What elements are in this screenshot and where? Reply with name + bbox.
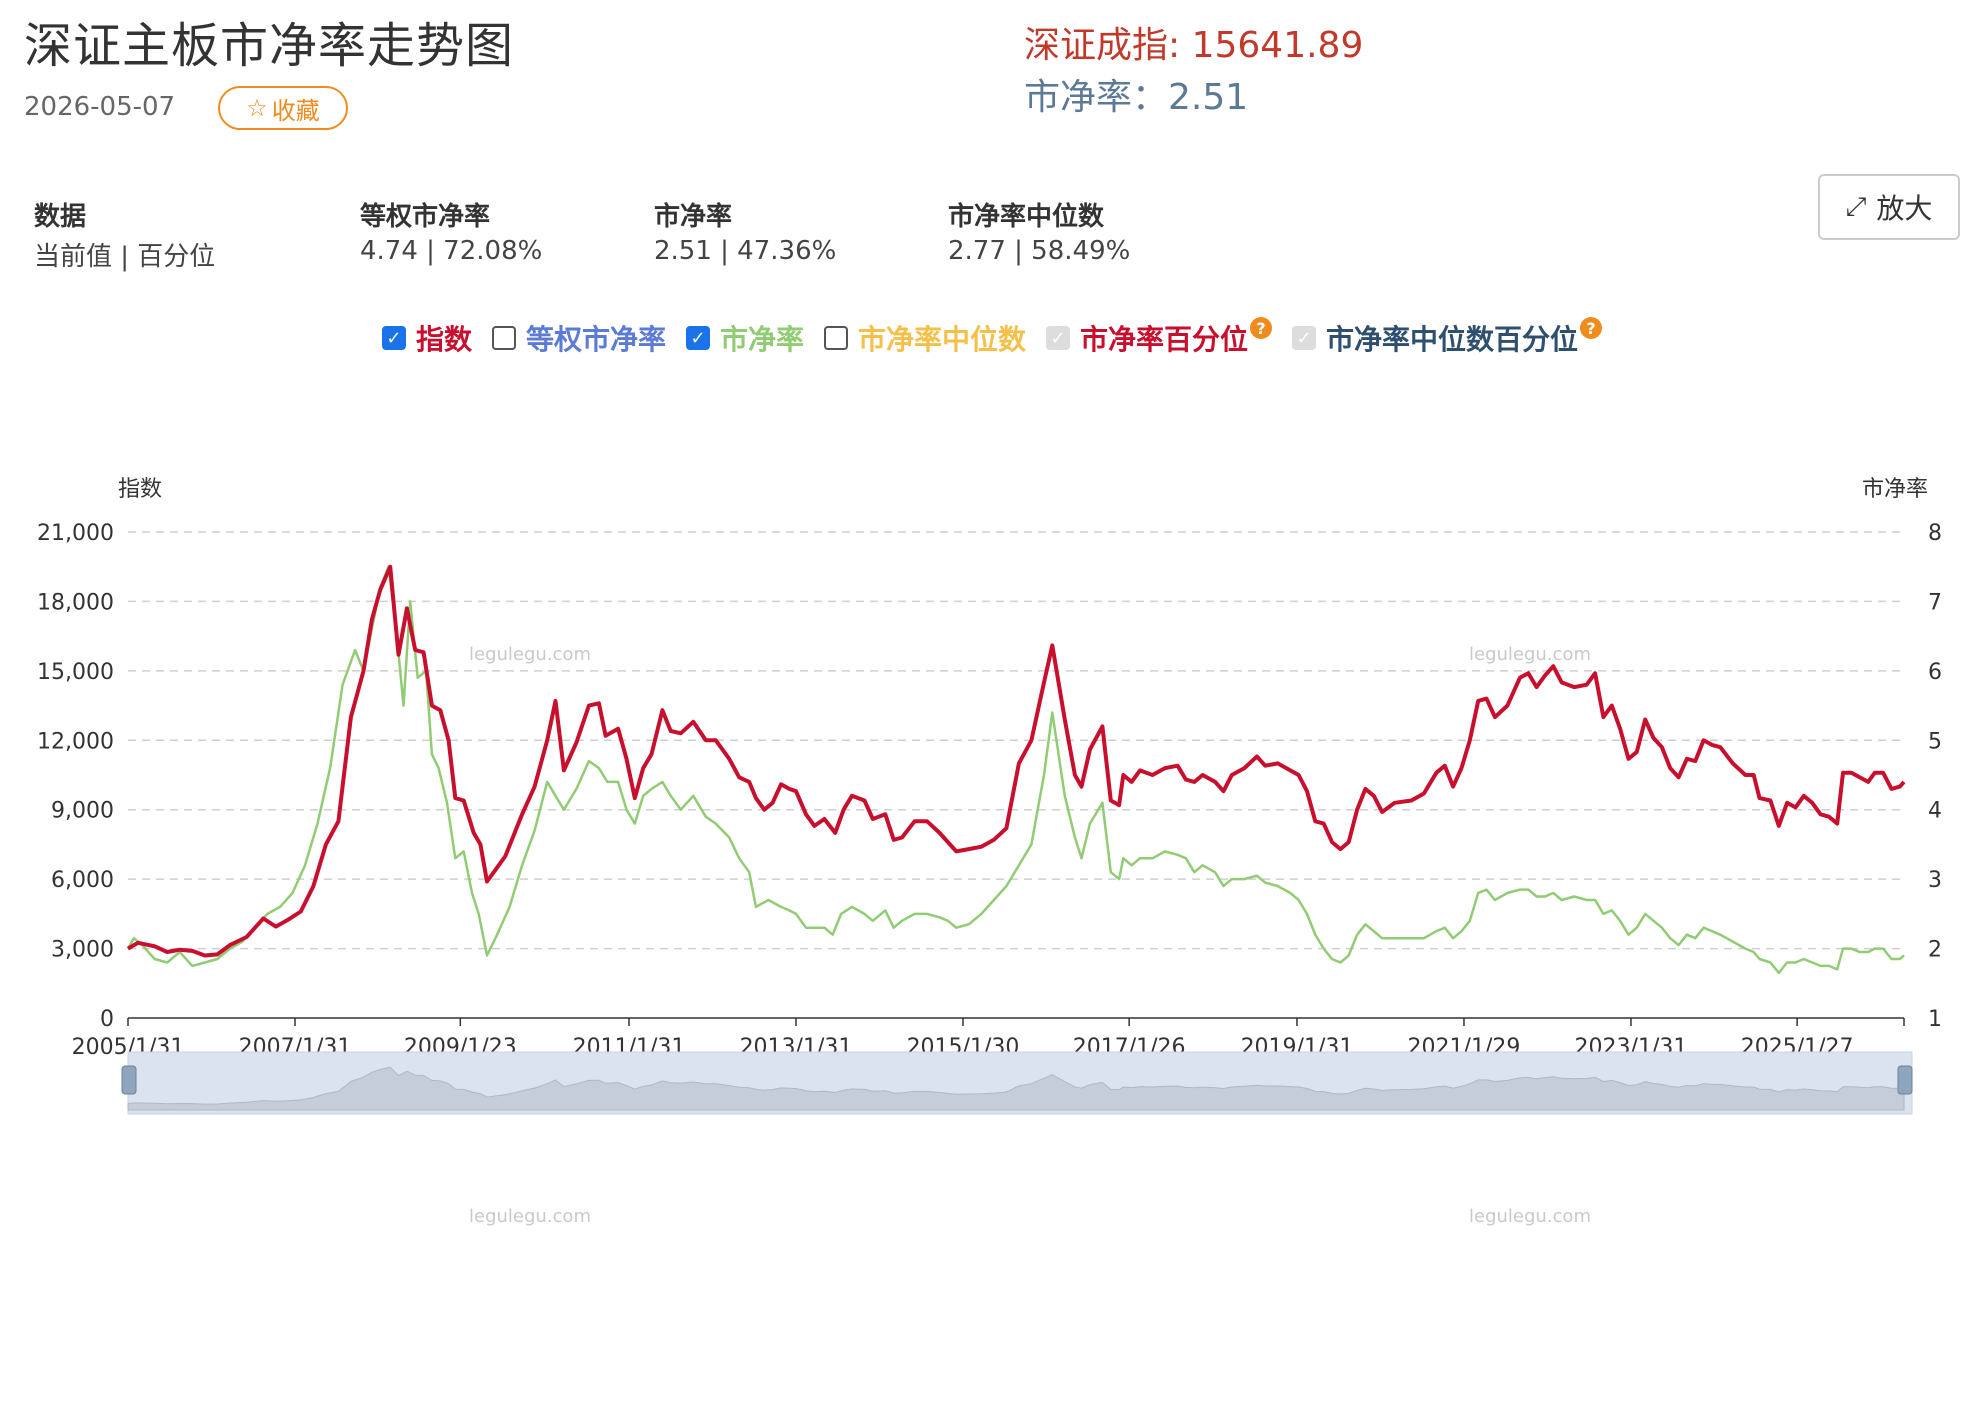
watermarks: legulegu.com legulegu.com legulegu.com legu… [469,644,1591,1227]
zoom-slider[interactable] [121,1051,1913,1115]
legend-label: 市净率中位数百分位 [1326,323,1579,356]
y-left-tick-label: 0 [100,1007,114,1032]
favorite-button[interactable]: ☆ 收藏 [218,86,348,130]
help-icon[interactable]: ? [1250,317,1273,339]
index-value-label: 深证成指: 15641.89 [1024,25,1364,66]
help-icon[interactable]: ? [1580,317,1603,339]
stat-val-median-pb: 2.77 | 58.49% [948,236,1131,266]
y-right-tick-label: 3 [1928,868,1942,893]
legend-item-median-pb-percentile: ✓ 市净率中位数百分位 ? [1292,317,1603,358]
y-right-tick-label: 5 [1928,729,1942,754]
pb-trend-chart: 指数 市净率 0 1 3,000 2 6,000 3 9,000 4 12,000 5 15,000… [37,477,1942,1227]
y-right-tick-label: 4 [1928,799,1942,824]
y-left-tick-label: 12,000 [37,729,114,754]
legend-item-index[interactable]: ✓ 指数 [381,318,472,358]
slider-handle-left[interactable] [121,1065,137,1095]
y-left-tick-label: 21,000 [37,521,114,546]
legend-item-pb-percentile: ✓ 市净率百分位 ? [1046,317,1273,358]
checkbox-disabled-icon: ✓ [1046,326,1071,350]
zoom-label: 放大 [1876,192,1933,225]
favorite-label: 收藏 [271,96,320,125]
watermark-text: legulegu.com [1469,644,1591,665]
stat-val-equal-pb: 4.74 | 72.08% [360,236,543,266]
series-lines [126,564,1906,975]
legend-item-equal-pb[interactable]: 等权市净率 [491,318,666,358]
checkbox-disabled-icon: ✓ [1292,326,1317,350]
legend-label: 市净率百分位 [1080,323,1249,356]
stat-head-pb: 市净率 [654,202,733,232]
y-left-axis-title: 指数 [118,477,162,502]
checkbox-checked-icon: ✓ [685,326,710,350]
y-right-tick-label: 8 [1928,521,1942,546]
y-left-tick-label: 15,000 [37,660,114,685]
watermark-text: legulegu.com [469,1206,591,1227]
stat-head-equal-pb: 等权市净率 [360,202,491,232]
y-right-tick-label: 2 [1928,938,1942,963]
legend-label: 市净率中位数 [858,323,1027,356]
y-right-axis-title: 市净率 [1862,477,1928,502]
stat-val-data: 当前值 | 百分位 [34,242,216,272]
y-left-tick-label: 6,000 [51,868,114,893]
stat-head-data: 数据 [34,202,87,232]
y-left-tick-label: 3,000 [51,938,114,963]
chart-legend: ✓ 指数 等权市净率 ✓ 市净率 市净率中位数 ✓ 市净率百分位 ? ✓ 市净率… [0,317,1984,358]
pb-value-label: 市净率：2.51 [1024,77,1249,118]
date-label: 2026-05-07 [24,92,176,122]
y-right-tick-label: 7 [1928,590,1942,615]
legend-label: 指数 [415,323,472,356]
legend-item-pb[interactable]: ✓ 市净率 [685,318,804,358]
page-title: 深证主板市净率走势图 [24,18,515,74]
y-right-tick-label: 6 [1928,660,1942,685]
y-left-tick-label: 18,000 [37,590,114,615]
y-left-tick-label: 9,000 [51,799,114,824]
stat-head-median-pb: 市净率中位数 [948,202,1105,232]
star-icon: ☆ [246,94,268,122]
legend-label: 等权市净率 [525,323,666,356]
expand-icon: ⤢ [1845,191,1867,222]
watermark-text: legulegu.com [469,644,591,665]
y-right-tick-label: 1 [1928,1007,1942,1032]
legend-item-median-pb[interactable]: 市净率中位数 [824,318,1026,358]
checkbox-checked-icon: ✓ [381,326,406,350]
checkbox-unchecked-icon [824,326,848,350]
watermark-text: legulegu.com [1469,1206,1591,1227]
stat-val-pb: 2.51 | 47.36% [654,236,837,266]
checkbox-unchecked-icon [491,326,516,350]
zoom-button[interactable]: ⤢ 放大 [1818,174,1960,240]
legend-label: 市净率 [719,323,804,356]
slider-handle-right[interactable] [1897,1065,1913,1095]
index-line [126,564,1906,958]
